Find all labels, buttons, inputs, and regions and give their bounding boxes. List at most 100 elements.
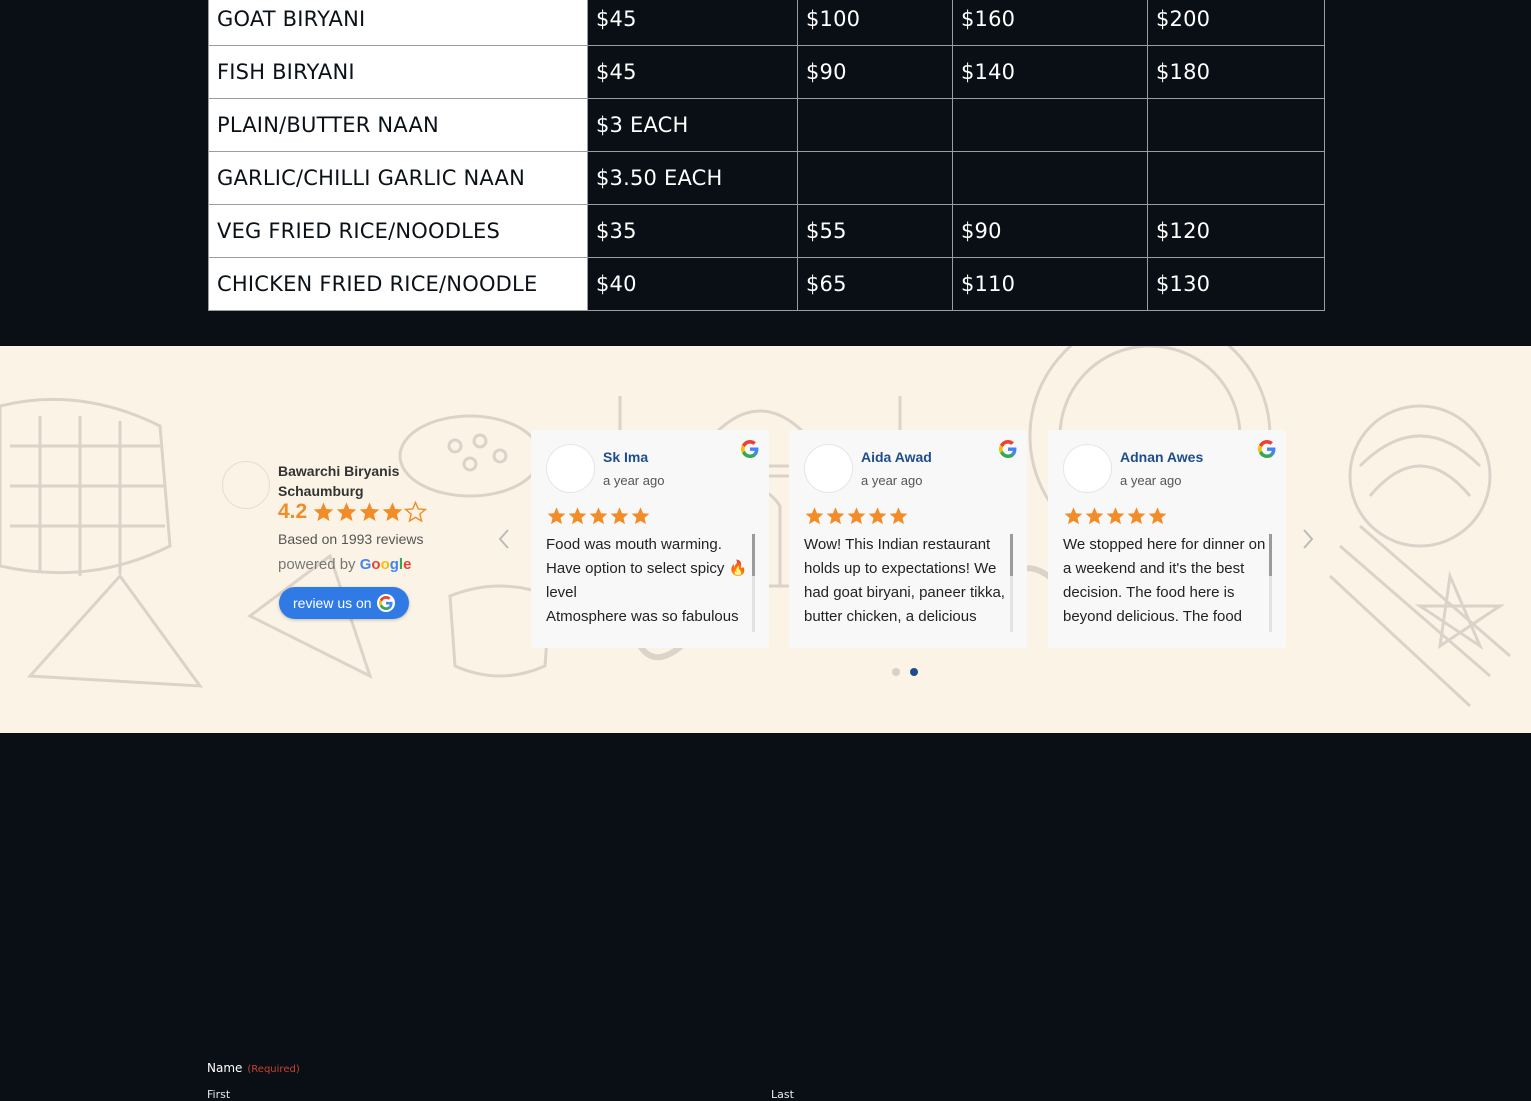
review-scrollbar[interactable] xyxy=(1269,534,1272,632)
menu-item-name: GARLIC/CHILLI GARLIC NAAN xyxy=(208,151,588,205)
star-icon xyxy=(631,507,650,525)
menu-row: FISH BIRYANI $45 $90 $140 $180 xyxy=(208,45,1325,99)
review-card: Sk Ima a year ago Food was mouth warming… xyxy=(531,430,769,648)
star-icon xyxy=(805,507,824,525)
menu-item-name: GOAT BIRYANI xyxy=(208,0,588,46)
star-icon xyxy=(547,507,566,525)
google-g-icon xyxy=(741,440,759,458)
menu-price-cell: $3 EACH xyxy=(587,98,798,152)
menu-row: PLAIN/BUTTER NAAN $3 EACH xyxy=(208,98,1325,152)
star-icon xyxy=(359,502,380,521)
review-stars xyxy=(546,506,651,526)
reviewer-name[interactable]: Sk Ima xyxy=(603,449,648,465)
star-icon xyxy=(1106,507,1125,525)
review-time: a year ago xyxy=(1120,473,1182,488)
review-scrollbar[interactable] xyxy=(752,534,755,632)
menu-price-cell xyxy=(952,151,1148,205)
menu-price-cell: $130 xyxy=(1147,257,1325,311)
powered-by-google: powered by Google xyxy=(278,556,411,573)
review-stars xyxy=(804,506,909,526)
star-icon xyxy=(568,507,587,525)
menu-item-name: PLAIN/BUTTER NAAN xyxy=(208,98,588,152)
chevron-left-icon[interactable] xyxy=(496,528,512,550)
menu-price-cell xyxy=(1147,98,1325,152)
star-icon xyxy=(1127,507,1146,525)
menu-item-name: CHICKEN FRIED RICE/NOODLE xyxy=(208,257,588,311)
rating-stars xyxy=(312,501,428,523)
review-us-button[interactable]: review us on xyxy=(279,587,409,619)
name-label: Name xyxy=(207,1061,243,1075)
carousel-dots xyxy=(892,668,918,676)
review-scrollbar[interactable] xyxy=(1010,534,1013,632)
powered-by-text: powered by xyxy=(278,556,356,573)
review-time: a year ago xyxy=(861,473,923,488)
star-icon xyxy=(847,507,866,525)
menu-price-cell: $65 xyxy=(797,257,953,311)
scrollbar-thumb[interactable] xyxy=(1010,534,1013,576)
google-g-icon xyxy=(376,594,395,612)
star-icon xyxy=(610,507,629,525)
menu-price-cell: $200 xyxy=(1147,0,1325,46)
google-logo-text: Google xyxy=(359,556,412,573)
review-card: Adnan Awes a year ago We stopped here fo… xyxy=(1048,430,1286,648)
carousel-dot[interactable] xyxy=(910,668,918,676)
star-icon xyxy=(868,507,887,525)
scrollbar-thumb[interactable] xyxy=(752,534,755,576)
rating-value: 4.2 xyxy=(278,500,308,523)
menu-price-cell: $40 xyxy=(587,257,798,311)
menu-price-cell: $160 xyxy=(952,0,1148,46)
reviewer-name[interactable]: Adnan Awes xyxy=(1120,449,1203,465)
reviewer-avatar xyxy=(804,444,853,493)
review-text: Wow! This Indian restaurant holds up to … xyxy=(804,536,1005,625)
menu-price-cell xyxy=(952,98,1148,152)
menu-price-cell: $140 xyxy=(952,45,1148,99)
star-icon xyxy=(826,507,845,525)
reviewer-name[interactable]: Aida Awad xyxy=(861,449,932,465)
menu-price-cell xyxy=(1147,151,1325,205)
business-avatar xyxy=(222,461,270,509)
menu-item-name: FISH BIRYANI xyxy=(208,45,588,99)
scrollbar-thumb[interactable] xyxy=(1269,534,1272,576)
overall-rating: 4.2 xyxy=(278,500,428,524)
first-name-label: First xyxy=(207,1088,231,1101)
star-icon xyxy=(889,507,908,525)
carousel-dot[interactable] xyxy=(892,668,900,676)
star-icon xyxy=(336,502,357,521)
menu-price-cell: $120 xyxy=(1147,204,1325,258)
star-icon xyxy=(313,502,334,521)
star-icon xyxy=(404,501,428,523)
name-field-label: Name (Required) xyxy=(207,1061,300,1075)
google-g-icon xyxy=(1258,440,1276,458)
star-icon xyxy=(1085,507,1104,525)
star-icon xyxy=(382,502,403,521)
review-stars xyxy=(1063,506,1168,526)
menu-price-cell: $100 xyxy=(797,0,953,46)
business-name: Bawarchi Biryanis Schaumburg xyxy=(278,463,400,499)
menu-price-cell: $110 xyxy=(952,257,1148,311)
review-count: Based on 1993 reviews xyxy=(278,531,424,547)
star-icon xyxy=(1064,507,1083,525)
menu-row: GOAT BIRYANI $45 $100 $160 $200 xyxy=(208,0,1325,46)
menu-price-cell: $45 xyxy=(587,45,798,99)
menu-price-cell: $3.50 EACH xyxy=(587,151,798,205)
review-card: Aida Awad a year ago Wow! This Indian re… xyxy=(789,430,1027,648)
google-g-icon xyxy=(999,440,1017,458)
menu-price-cell: $180 xyxy=(1147,45,1325,99)
last-name-label: Last xyxy=(771,1088,794,1101)
menu-row: CHICKEN FRIED RICE/NOODLE $40 $65 $110 $130 xyxy=(208,257,1325,311)
menu-price-cell: $35 xyxy=(587,204,798,258)
review-time: a year ago xyxy=(603,473,665,488)
chevron-right-icon[interactable] xyxy=(1300,528,1316,550)
menu-row: VEG FRIED RICE/NOODLES $35 $55 $90 $120 xyxy=(208,204,1325,258)
menu-price-table: GOAT BIRYANI $45 $100 $160 $200 FISH BIRYANI $… xyxy=(208,0,1325,311)
reviewer-avatar xyxy=(1063,444,1112,493)
review-text: We stopped here for dinner on a weekend … xyxy=(1063,536,1266,625)
star-icon xyxy=(1148,507,1167,525)
required-indicator: (Required) xyxy=(247,1064,300,1075)
menu-item-name: VEG FRIED RICE/NOODLES xyxy=(208,204,588,258)
menu-price-cell xyxy=(797,151,953,205)
menu-price-cell: $45 xyxy=(587,0,798,46)
menu-table: GOAT BIRYANI $45 $100 $160 $200 FISH BIRYANI $… xyxy=(208,0,1325,311)
menu-row: GARLIC/CHILLI GARLIC NAAN $3.50 EACH xyxy=(208,151,1325,205)
reviewer-avatar xyxy=(546,444,595,493)
